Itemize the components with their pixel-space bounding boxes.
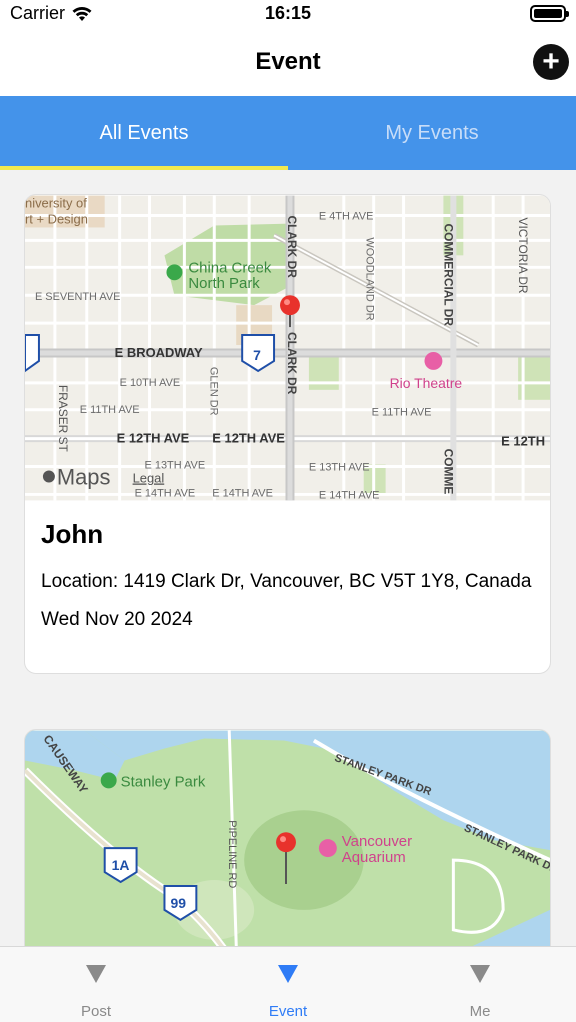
map-label: niversity of [25,196,87,211]
navigation-bar: Event + [0,28,576,96]
map-label: PIPELINE RD [226,820,238,888]
tab-me-label: Me [469,1003,491,1020]
event-tab-icon [278,965,298,983]
map-label: E BROADWAY [115,345,203,360]
page-title: Event [255,48,321,75]
event-title: John [41,519,104,549]
map-label: COMME [441,449,455,495]
bottom-tab-bar: Post Event Me [0,946,576,1022]
map-label: E 10TH AVE [120,377,181,389]
status-time: 16:15 [264,3,312,23]
status-bar: Carrier 16:15 [0,0,576,28]
tab-event-label: Event [268,1003,308,1020]
map-label: FRASER ST [56,385,70,453]
map-label: E 14TH AVE [135,487,196,499]
event-map[interactable]: CAUSEWAY Stanley Park STANLEY PARK DR ST… [25,730,550,946]
maps-brand: Maps [57,464,111,489]
event-card[interactable]: niversity of rt + Design E 4TH AVE E SEV… [24,194,551,674]
map-label: E 14TH AVE [319,489,380,501]
map-label: rt + Design [25,211,88,226]
map-label: GLEN DR [207,367,219,416]
route-label: 99 [170,895,186,911]
plus-icon: + [542,45,560,78]
park-icon [100,772,117,789]
tab-event[interactable]: Event [192,947,384,1022]
map-label: E 12TH [501,434,545,449]
park-icon [166,264,183,281]
event-list[interactable]: niversity of rt + Design E 4TH AVE E SEV… [0,170,576,946]
me-tab-icon [470,965,490,983]
event-location: Location: 1419 Clark Dr, Vancouver, BC V… [41,571,532,592]
map-label: Vancouver [342,833,412,850]
theatre-icon [424,351,443,370]
event-card-body: John Location: 1419 Clark Dr, Vancouver,… [25,501,550,647]
map-label: E 11TH AVE [372,407,432,419]
map-label: VICTORIA DR [516,217,530,293]
battery-icon [530,5,569,22]
map-label: E 12TH AVE [117,431,190,446]
event-filter-tabs: All Events My Events [0,96,576,170]
map-label: E 14TH AVE [212,487,273,499]
map-label: Aquarium [342,849,406,866]
map-label: E 12TH AVE [212,431,285,446]
route-label: 7 [253,347,261,363]
tab-my-events-label: My Events [385,121,479,144]
add-event-button[interactable]: + [533,44,569,80]
map-label: CLARK DR [285,216,299,279]
tab-all-events-label: All Events [99,121,189,144]
post-tab-icon [86,965,106,983]
map-label: E 11TH AVE [80,404,140,416]
map-label: WOODLAND DR [364,237,376,320]
route-label: 1A [112,857,130,873]
tab-post[interactable]: Post [0,947,192,1022]
event-date: Wed Nov 20 2024 [41,609,193,630]
tab-all-events[interactable]: All Events [0,96,288,170]
tab-me[interactable]: Me [384,947,576,1022]
map-label: E 4TH AVE [319,210,374,222]
event-card[interactable]: CAUSEWAY Stanley Park STANLEY PARK DR ST… [24,729,551,946]
map-label: E SEVENTH AVE [35,291,121,303]
tab-post-label: Post [80,1003,111,1020]
tab-my-events[interactable]: My Events [288,96,576,170]
map-label: China Creek [188,259,272,276]
map-label: CLARK DR [285,332,299,395]
event-map[interactable]: niversity of rt + Design E 4TH AVE E SEV… [25,195,550,501]
aquarium-icon [318,839,337,858]
map-legal-link[interactable]: Legal [133,470,165,485]
map-label: Rio Theatre [390,375,463,391]
map-label: North Park [188,275,260,292]
map-label: Stanley Park [121,773,206,790]
map-label: E 13TH AVE [309,462,370,474]
map-label: COMMERCIAL DR [441,223,455,326]
